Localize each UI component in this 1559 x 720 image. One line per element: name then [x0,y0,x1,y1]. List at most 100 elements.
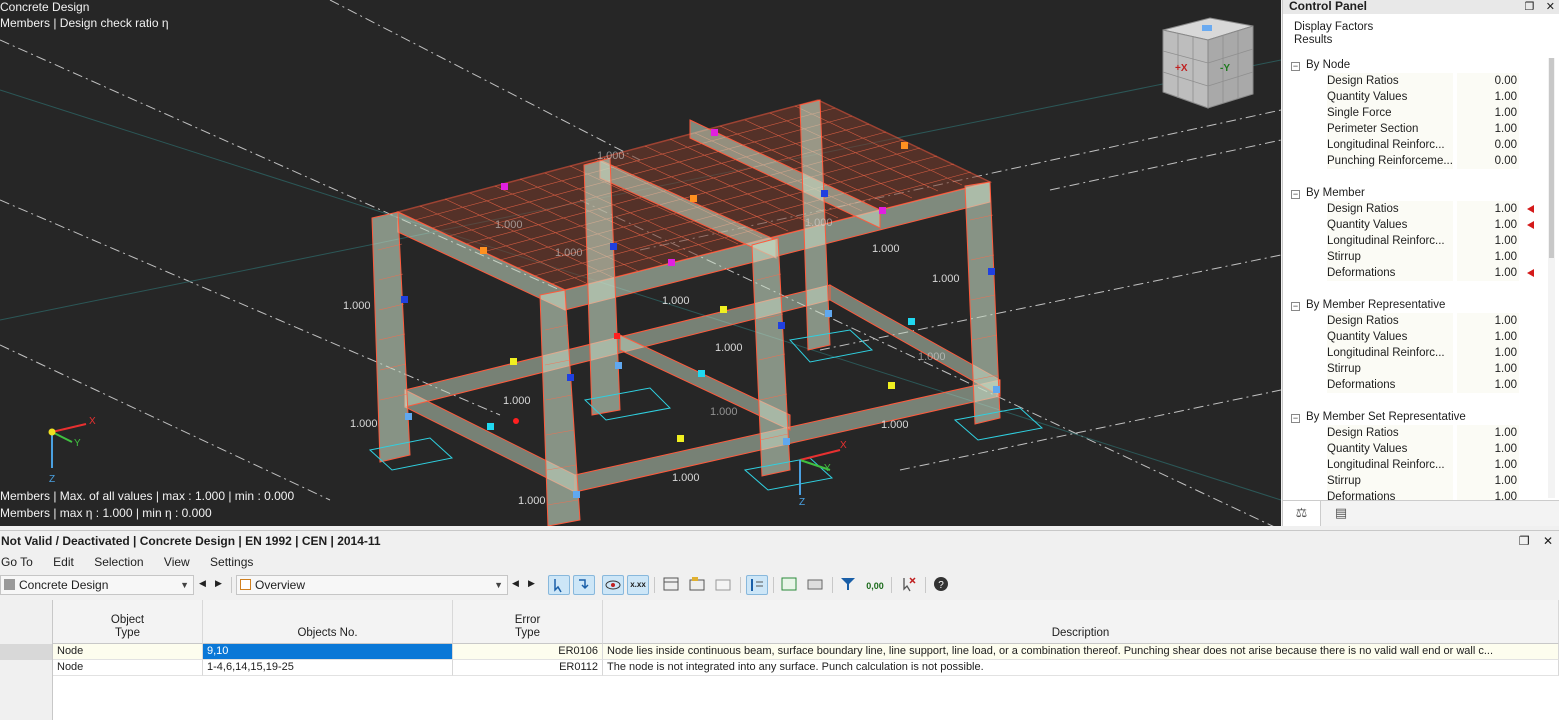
col-header-objects-no[interactable]: Objects No. [203,600,453,644]
3d-viewport[interactable]: Concrete Design Members | Design check r… [0,0,1281,526]
list-item[interactable]: Deformations 1.00 [1287,489,1553,500]
list-item[interactable]: Single Force 1.00 [1287,105,1553,121]
module-icon [4,579,15,590]
collapse-icon[interactable]: − [1291,190,1300,199]
list-item[interactable]: Design Ratios 0.00 [1287,73,1553,89]
restore-icon[interactable]: ❐ [1525,1,1535,13]
table-cell-error-type[interactable]: ER0112 [453,660,603,676]
group-header[interactable]: − By Node [1287,57,1553,73]
jump-to-object-button[interactable] [573,575,595,595]
table-cell-object-type[interactable]: Node [53,660,203,676]
list-item[interactable]: Quantity Values 1.00 [1287,329,1553,345]
collapse-icon[interactable]: − [1291,414,1300,423]
value-label: 1.000 [518,495,546,507]
list-item[interactable]: Deformations 1.00 [1287,265,1553,281]
viewport-subtitle: Members | Design check ratio η [0,16,169,30]
view-select[interactable]: Overview ▼ [236,575,508,595]
scrollbar-thumb[interactable] [1549,58,1554,258]
value-label: 1.000 [805,217,833,229]
tab-scale-icon[interactable]: ⚖ [1283,501,1321,526]
table-cell-objects-no[interactable]: 1-4,6,14,15,19-25 [203,660,453,676]
list-item[interactable]: Design Ratios 1.00 [1287,425,1553,441]
next-arrow-icon[interactable]: ▶ [528,578,535,589]
navcube-minus-y: -Y [1220,63,1230,74]
list-item[interactable]: Longitudinal Reinforc... 1.00 [1287,233,1553,249]
clear-selection-icon[interactable] [898,575,920,595]
tab-results-icon[interactable]: ▤ [1322,501,1360,526]
export-icon[interactable] [779,575,801,595]
table-cell-description[interactable]: The node is not integrated into any surf… [603,660,1559,676]
list-item[interactable]: Quantity Values 1.00 [1287,89,1553,105]
axis-y-label: Y [74,438,81,449]
prev-arrow-icon[interactable]: ◀ [199,578,206,589]
menu-settings[interactable]: Settings [210,555,253,569]
errors-table: Object Type Objects No. Error Type Descrip… [0,600,1559,720]
table-delete-icon[interactable] [713,575,735,595]
table-cell-description[interactable]: Node lies inside continuous beam, surfac… [603,644,1559,660]
list-item[interactable]: Longitudinal Reinforc... 1.00 [1287,457,1553,473]
support-y-label: Y [824,463,831,474]
help-icon[interactable]: ? [931,575,953,595]
value-label: 1.000 [872,243,900,255]
axis-x-label: X [89,416,96,427]
list-item[interactable]: Longitudinal Reinforc... 1.00 [1287,345,1553,361]
list-item[interactable]: Stirrup 1.00 [1287,361,1553,377]
collapse-icon[interactable]: − [1291,302,1300,311]
list-item[interactable]: Perimeter Section 1.00 [1287,121,1553,137]
navigation-cube[interactable]: +X -Y [1158,12,1258,112]
table-cell-object-type[interactable]: Node [53,644,203,660]
value-label: 1.000 [662,295,690,307]
col-header-error-type[interactable]: Error Type [453,600,603,644]
chevron-down-icon: ▼ [180,580,189,590]
col-header-object-type[interactable]: Object Type [53,600,203,644]
close-icon[interactable]: ✕ [1546,1,1555,13]
value-label: 1.000 [343,300,371,312]
list-item[interactable]: Punching Reinforceme... 0.00 [1287,153,1553,169]
value-label: 1.000 [597,150,625,162]
row-header[interactable] [0,644,53,660]
viewport-title: Concrete Design [0,0,90,14]
visibility-button[interactable] [602,575,624,595]
value-label: 1.000 [350,418,378,430]
menu-go-to[interactable]: Go To [1,555,33,569]
menu-selection[interactable]: Selection [94,555,143,569]
list-item[interactable]: Stirrup 1.00 [1287,473,1553,489]
table-cell-objects-no[interactable]: 9,10 [203,644,453,660]
menu-view[interactable]: View [164,555,190,569]
number-format-button[interactable]: 0,00 [864,575,886,595]
restore-icon[interactable]: ❐ [1519,534,1530,548]
collapse-icon[interactable]: − [1291,62,1300,71]
control-panel-scrollbar[interactable] [1548,58,1555,498]
close-icon[interactable]: ✕ [1543,534,1553,548]
menu-edit[interactable]: Edit [53,555,74,569]
prev-arrow-icon[interactable]: ◀ [512,578,519,589]
list-item[interactable]: Design Ratios 1.00 [1287,201,1553,217]
table-insert-icon[interactable] [687,575,709,595]
module-select[interactable]: Concrete Design ▼ [0,575,194,595]
next-arrow-icon[interactable]: ▶ [215,578,222,589]
decimal-places-button[interactable]: x.xx [627,575,649,595]
col-header-description[interactable]: Description [603,600,1559,644]
value-label: 1.000 [881,419,909,431]
value-label: 1.000 [503,395,531,407]
group-header[interactable]: − By Member Representative [1287,297,1553,313]
list-item[interactable]: Quantity Values 1.00 [1287,217,1553,233]
chevron-down-icon: ▼ [494,580,503,590]
group-header[interactable]: − By Member [1287,185,1553,201]
list-item[interactable]: Design Ratios 1.00 [1287,313,1553,329]
axis-z-label: Z [49,474,56,485]
cp-header-display-factors: Display Factors [1294,21,1374,33]
print-icon[interactable] [805,575,827,595]
list-item[interactable]: Longitudinal Reinforc... 0.00 [1287,137,1553,153]
table-icon[interactable] [661,575,683,595]
table-cell-error-type[interactable]: ER0106 [453,644,603,660]
column-layout-button[interactable] [746,575,768,595]
filter-icon[interactable] [838,575,860,595]
value-label: 1.000 [932,273,960,285]
list-item[interactable]: Deformations 1.00 [1287,377,1553,393]
structure-model[interactable] [0,0,1281,526]
select-in-model-button[interactable] [548,575,570,595]
list-item[interactable]: Stirrup 1.00 [1287,249,1553,265]
group-header[interactable]: − By Member Set Representative [1287,409,1553,425]
list-item[interactable]: Quantity Values 1.00 [1287,441,1553,457]
